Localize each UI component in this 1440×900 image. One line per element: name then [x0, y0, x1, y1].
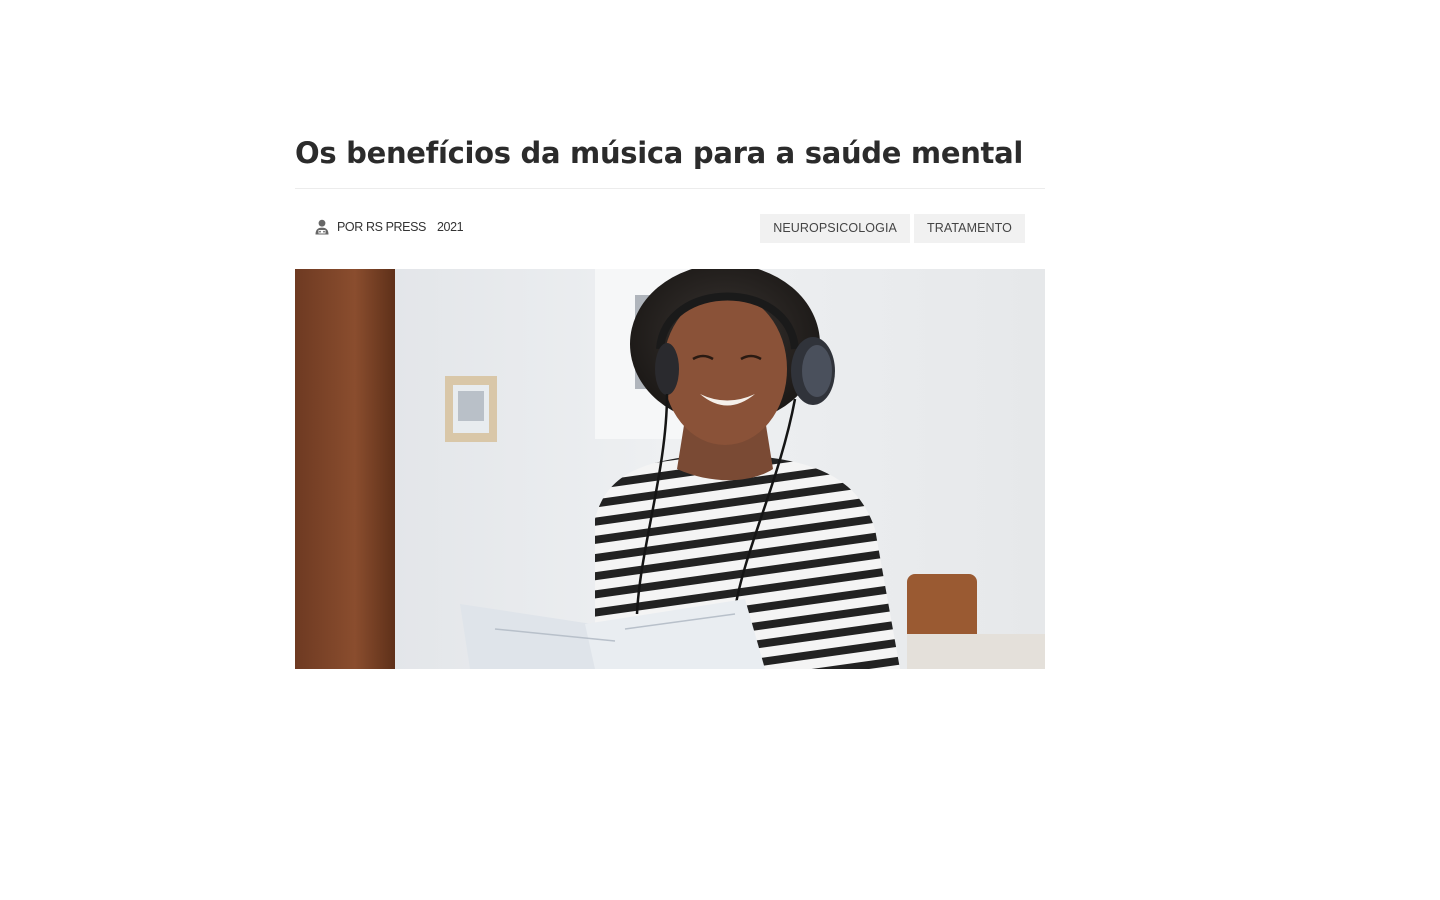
tag-tratamento[interactable]: TRATAMENTO — [913, 214, 1025, 243]
featured-image-illustration — [295, 269, 1045, 669]
article-meta: POR RS PRESS 2021 NEUROPSICOLOGIA TRATAM… — [295, 189, 1045, 269]
user-icon — [314, 219, 330, 235]
tag-list: NEUROPSICOLOGIA TRATAMENTO — [760, 214, 1025, 243]
author-name[interactable]: POR RS PRESS — [337, 220, 426, 234]
article: Os benefícios da música para a saúde men… — [295, 126, 1045, 669]
post-year: 2021 — [436, 220, 464, 234]
featured-image — [295, 269, 1045, 669]
article-title: Os benefícios da música para a saúde men… — [295, 136, 1024, 170]
tag-neuropsicologia[interactable]: NEUROPSICOLOGIA — [760, 214, 910, 243]
author-line: POR RS PRESS 2021 — [314, 219, 464, 235]
page: Os benefícios da música para a saúde men… — [0, 0, 1440, 900]
